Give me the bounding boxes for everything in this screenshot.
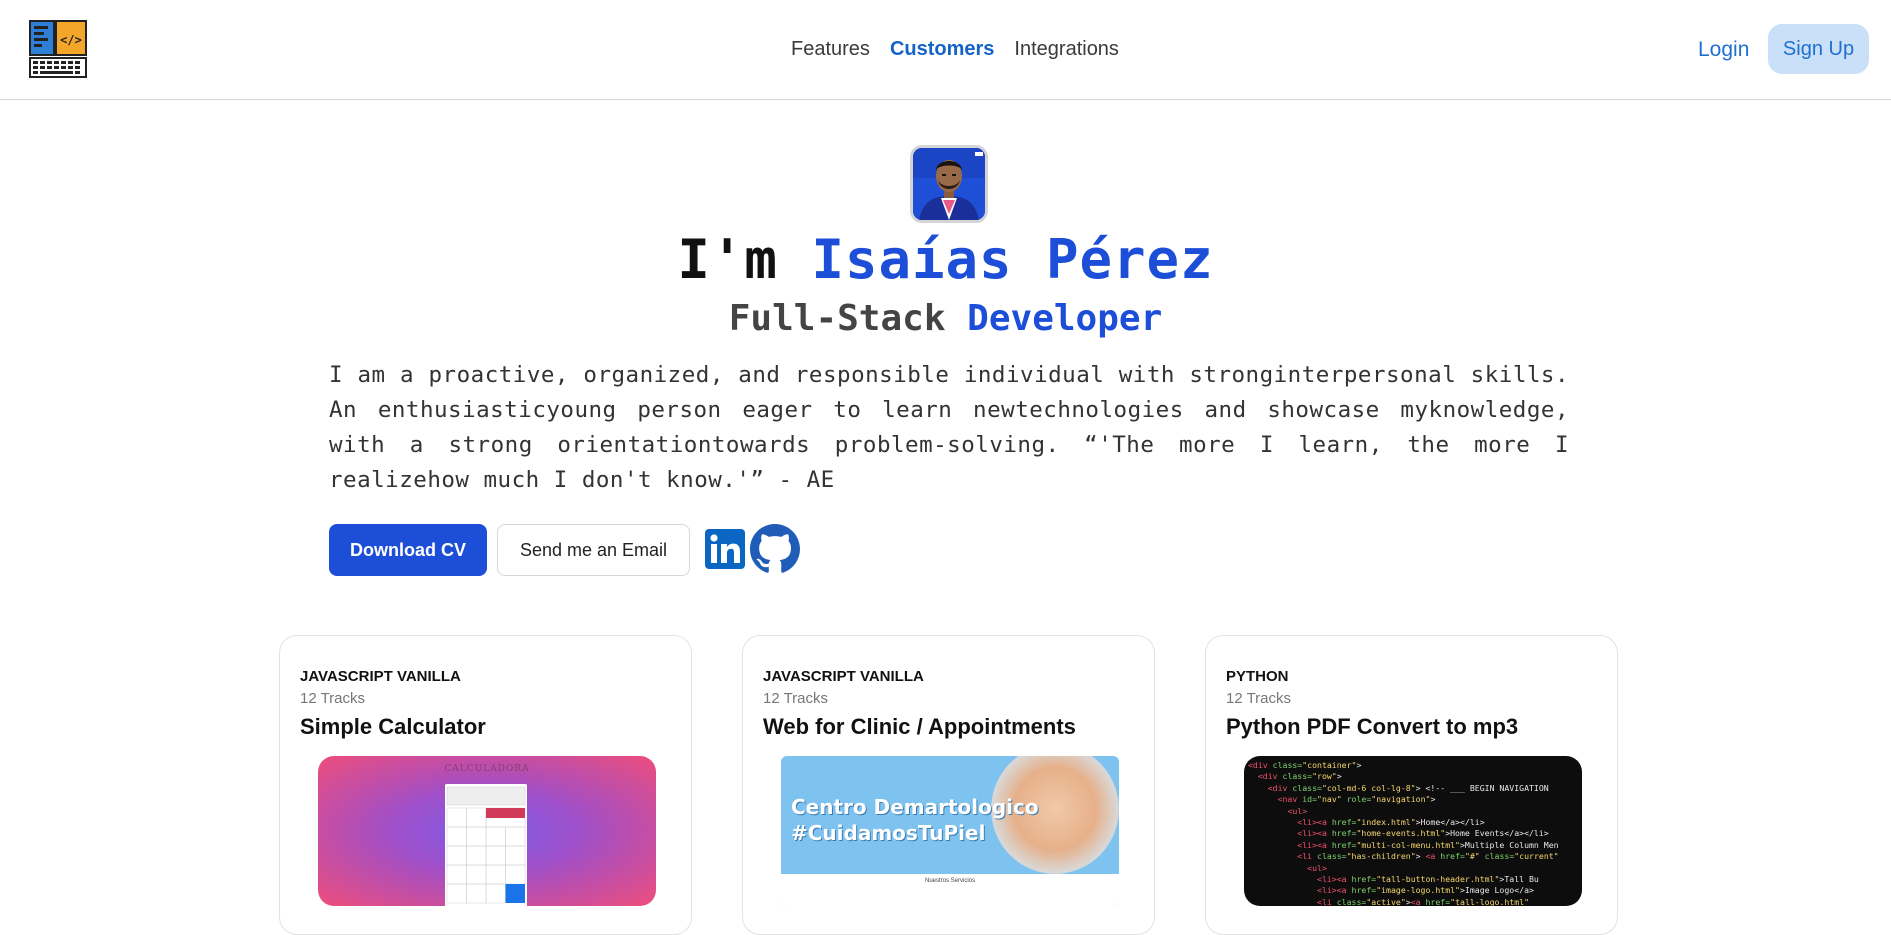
title-name: Isaías Pérez bbox=[811, 228, 1214, 291]
card-category: PYTHON bbox=[1226, 668, 1289, 685]
card-title[interactable]: Python PDF Convert to mp3 bbox=[1226, 714, 1518, 740]
nav-links: Features Customers Integrations bbox=[791, 38, 1139, 61]
card-tracks: 12 Tracks bbox=[763, 690, 829, 707]
page-subtitle: Full-Stack Developer bbox=[0, 298, 1891, 339]
login-link[interactable]: Login bbox=[1698, 38, 1749, 62]
avatar bbox=[910, 145, 988, 223]
nav-link-integrations[interactable]: Integrations bbox=[1014, 38, 1119, 61]
clinic-headline-line1: Centro Demartologico bbox=[791, 795, 1039, 819]
code-thumbnail: <div class="container"> <div class="row"… bbox=[1244, 756, 1582, 906]
subtitle-prefix: Full-Stack bbox=[728, 298, 968, 339]
subtitle-highlight: Developer bbox=[967, 298, 1163, 339]
card-category: JAVASCRIPT VANILLA bbox=[300, 668, 461, 685]
card-tracks: 12 Tracks bbox=[300, 690, 366, 707]
clinic-thumbnail: Centro Demartologico #CuidamosTuPiel Nue… bbox=[781, 756, 1119, 906]
code-preview: <div class="container"> <div class="row"… bbox=[1248, 760, 1559, 906]
clinic-headline-line2: #CuidamosTuPiel bbox=[791, 821, 986, 845]
signup-button[interactable]: Sign Up bbox=[1768, 24, 1869, 74]
thumbnail-caption: CALCULADORA bbox=[444, 764, 530, 774]
nav-link-customers[interactable]: Customers bbox=[890, 38, 994, 61]
nav-link-features[interactable]: Features bbox=[791, 38, 870, 61]
github-icon[interactable] bbox=[750, 524, 800, 574]
title-prefix: I'm bbox=[677, 228, 812, 291]
code-laptop-logo[interactable]: </> bbox=[29, 20, 87, 78]
clinic-services-label: Nuestros Servicios bbox=[924, 878, 975, 884]
download-cv-button[interactable]: Download CV bbox=[329, 524, 487, 576]
page-title: I'm Isaías Pérez bbox=[0, 228, 1891, 291]
card-category: JAVASCRIPT VANILLA bbox=[763, 668, 924, 685]
card-title[interactable]: Simple Calculator bbox=[300, 714, 486, 740]
bio-text: I am a proactive, organized, and respons… bbox=[329, 362, 1569, 493]
calculator-thumbnail: CALCULADORA bbox=[318, 756, 656, 906]
svg-text:</>: </> bbox=[60, 33, 82, 47]
profile-photo bbox=[913, 148, 985, 220]
project-card-clinic[interactable]: JAVASCRIPT VANILLA 12 Tracks Web for Cli… bbox=[742, 635, 1155, 935]
card-tracks: 12 Tracks bbox=[1226, 690, 1292, 707]
calculator-preview bbox=[445, 784, 527, 906]
project-card-python[interactable]: PYTHON 12 Tracks Python PDF Convert to m… bbox=[1205, 635, 1618, 935]
linkedin-icon[interactable] bbox=[705, 529, 745, 569]
send-email-button[interactable]: Send me an Email bbox=[497, 524, 690, 576]
card-title[interactable]: Web for Clinic / Appointments bbox=[763, 714, 1076, 740]
navbar: </> Features Customers Integrations Logi… bbox=[0, 0, 1891, 100]
clinic-headline: Centro Demartologico #CuidamosTuPiel bbox=[781, 794, 1119, 846]
project-card-calculator[interactable]: JAVASCRIPT VANILLA 12 Tracks Simple Calc… bbox=[279, 635, 692, 935]
